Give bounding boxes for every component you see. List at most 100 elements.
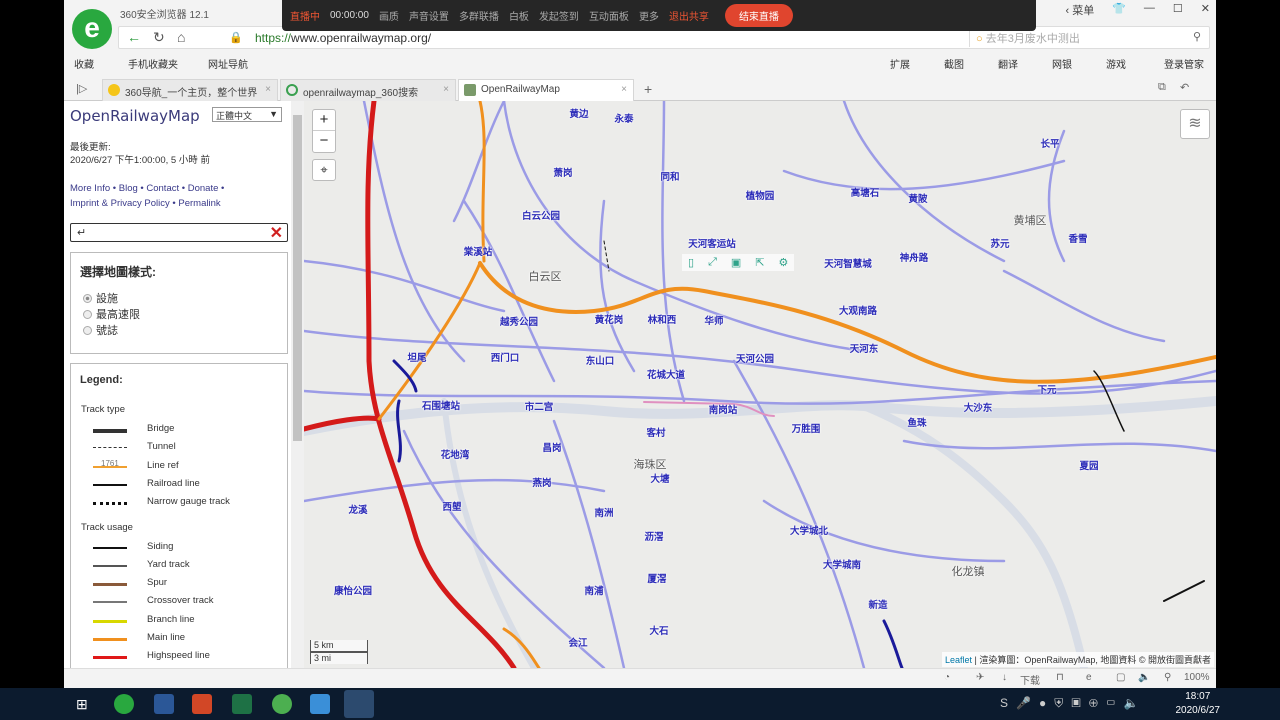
- map-station-label[interactable]: 大学城南: [823, 557, 861, 571]
- map-station-label[interactable]: 市二宫: [525, 399, 554, 413]
- map-station-label[interactable]: 香雪: [1068, 231, 1087, 245]
- map-station-label[interactable]: 天河公园: [736, 351, 774, 365]
- map-station-label[interactable]: 大观南路: [839, 303, 877, 317]
- tab-360-nav[interactable]: 360导航_一个主页，整个世界 ×: [102, 79, 278, 101]
- status-icon-1[interactable]: ◔: [944, 672, 950, 683]
- link-privacy[interactable]: Imprint & Privacy Policy: [70, 198, 170, 209]
- taskbar-word-icon[interactable]: [154, 694, 174, 714]
- download-label[interactable]: 下载: [1020, 672, 1040, 687]
- map-station-label[interactable]: 大沙东: [964, 400, 993, 414]
- layers-icon[interactable]: ≋: [1180, 109, 1210, 139]
- style-radio-maxspeed[interactable]: 最高速限: [83, 306, 287, 322]
- ie-icon[interactable]: e: [1086, 672, 1092, 683]
- clear-search-icon[interactable]: ✕: [270, 223, 283, 243]
- taskbar-app-icon[interactable]: [310, 694, 330, 714]
- tool-bank[interactable]: 网银: [1052, 56, 1072, 71]
- map-station-label[interactable]: 黄花岗: [595, 312, 624, 326]
- style-radio-infrastructure[interactable]: 設施: [83, 290, 287, 306]
- home-icon[interactable]: ⌂: [177, 29, 185, 45]
- live-item-more[interactable]: 更多: [639, 8, 659, 23]
- menu-button[interactable]: ‹ 菜单: [1065, 2, 1094, 18]
- bookmark-nav[interactable]: 网址导航: [208, 56, 248, 71]
- live-item-audio[interactable]: 声音设置: [409, 8, 449, 23]
- taskbar-360-browser-icon[interactable]: [114, 694, 134, 714]
- minimize-button[interactable]: —: [1144, 2, 1155, 18]
- map-station-label[interactable]: 永泰: [614, 111, 633, 125]
- volume-icon[interactable]: 🔈: [1138, 672, 1150, 683]
- tool-extensions[interactable]: 扩展: [890, 56, 910, 71]
- map-station-label[interactable]: 夏园: [1079, 458, 1098, 472]
- map-station-label[interactable]: 化龙镇: [952, 563, 985, 579]
- system-tray-icons[interactable]: S🎤●⛨▣⊕▭🔈: [1000, 696, 1147, 711]
- map-station-label[interactable]: 植物园: [746, 188, 775, 202]
- map-station-label[interactable]: 天河东: [850, 341, 879, 355]
- taskbar-excel-icon[interactable]: [232, 694, 252, 714]
- status-icon-2[interactable]: ✈: [976, 672, 984, 683]
- map-station-label[interactable]: 大石: [649, 623, 668, 637]
- style-radio-signals[interactable]: 號誌: [83, 322, 287, 338]
- map-station-label[interactable]: 西门口: [491, 350, 520, 364]
- map-station-label[interactable]: 龙溪: [348, 502, 367, 516]
- download-icon[interactable]: ↓: [1002, 672, 1007, 683]
- skin-icon[interactable]: 👕: [1112, 2, 1126, 18]
- tab-openrailwaymap[interactable]: OpenRailwayMap ×: [458, 79, 634, 101]
- map-station-label[interactable]: 南洲: [594, 505, 613, 519]
- live-item-whiteboard[interactable]: 白板: [509, 8, 529, 23]
- tb-share-icon[interactable]: ⇱: [755, 256, 764, 269]
- link-permalink[interactable]: Permalink: [178, 198, 220, 209]
- live-item-checkin[interactable]: 发起签到: [539, 8, 579, 23]
- zoom-out-button[interactable]: −: [313, 131, 335, 152]
- sidebar-toggle-icon[interactable]: |▷: [76, 82, 87, 95]
- map-station-label[interactable]: 石围塘站: [422, 398, 460, 412]
- map-station-label[interactable]: 东山口: [586, 353, 615, 367]
- locate-icon[interactable]: ⌖: [312, 159, 336, 181]
- map-station-label[interactable]: 会江: [568, 635, 587, 649]
- map-station-label[interactable]: 高塘石: [851, 185, 880, 199]
- map-station-label[interactable]: 华师: [704, 313, 723, 327]
- map-station-label[interactable]: 坦尾: [407, 350, 426, 364]
- map-station-label[interactable]: 花城大道: [647, 367, 685, 381]
- taskbar-ppt-icon[interactable]: [192, 694, 212, 714]
- link-contact[interactable]: Contact: [146, 183, 179, 194]
- map-station-label[interactable]: 南浦: [584, 583, 603, 597]
- map-station-label[interactable]: 白云区: [529, 268, 562, 284]
- bookmark-favorites[interactable]: 收藏: [74, 56, 94, 71]
- close-button[interactable]: ✕: [1201, 2, 1210, 18]
- map-station-label[interactable]: 下元: [1037, 382, 1056, 396]
- map-station-label[interactable]: 燕岗: [532, 475, 551, 489]
- reload-icon[interactable]: ↻: [153, 29, 165, 46]
- zoom-in-button[interactable]: +: [313, 110, 335, 131]
- sidebar-scroll-thumb[interactable]: [293, 115, 302, 441]
- map-station-label[interactable]: 黄陂: [908, 191, 927, 205]
- live-item-panel[interactable]: 互动面板: [589, 8, 629, 23]
- taskbar-active-app-icon[interactable]: [344, 690, 374, 718]
- url-input[interactable]: https://www.openrailwaymap.org/: [255, 31, 431, 45]
- map-station-label[interactable]: 新造: [868, 597, 887, 611]
- language-select[interactable]: 正體中文 ▼: [212, 107, 282, 122]
- live-item-multi[interactable]: 多群联播: [459, 8, 499, 23]
- tool-games[interactable]: 游戏: [1106, 56, 1126, 71]
- live-item-quality[interactable]: 画质: [379, 8, 399, 23]
- map-station-label[interactable]: 西塱: [442, 499, 461, 513]
- map-station-label[interactable]: 南岗站: [709, 402, 738, 416]
- tb-expand-icon[interactable]: ⤢: [708, 256, 717, 269]
- status-icon-3[interactable]: ⊓: [1056, 672, 1064, 683]
- exit-share-button[interactable]: 退出共享: [669, 8, 709, 23]
- taskbar-wechat-icon[interactable]: [272, 694, 292, 714]
- tool-translate[interactable]: 翻译: [998, 56, 1018, 71]
- map-station-label[interactable]: 海珠区: [634, 456, 667, 472]
- map-station-label[interactable]: 天河智慧城: [824, 256, 872, 270]
- new-tab-button[interactable]: +: [644, 81, 652, 97]
- maximize-button[interactable]: ☐: [1173, 2, 1183, 18]
- tab-list-icon[interactable]: ⧉: [1158, 81, 1166, 94]
- map-station-label[interactable]: 大塘: [650, 471, 669, 485]
- link-donate[interactable]: Donate: [188, 183, 219, 194]
- map-station-label[interactable]: 万胜围: [792, 421, 821, 435]
- back-icon[interactable]: ←: [127, 29, 141, 45]
- map-station-label[interactable]: 大学城北: [790, 523, 828, 537]
- tab-search[interactable]: openrailwaymap_360搜索 ×: [280, 79, 456, 101]
- map-station-label[interactable]: 康怡公园: [334, 583, 372, 597]
- leaflet-link[interactable]: Leaflet: [945, 655, 972, 665]
- map-station-label[interactable]: 鱼珠: [907, 415, 926, 429]
- windows-start-icon[interactable]: ⊞: [76, 696, 88, 713]
